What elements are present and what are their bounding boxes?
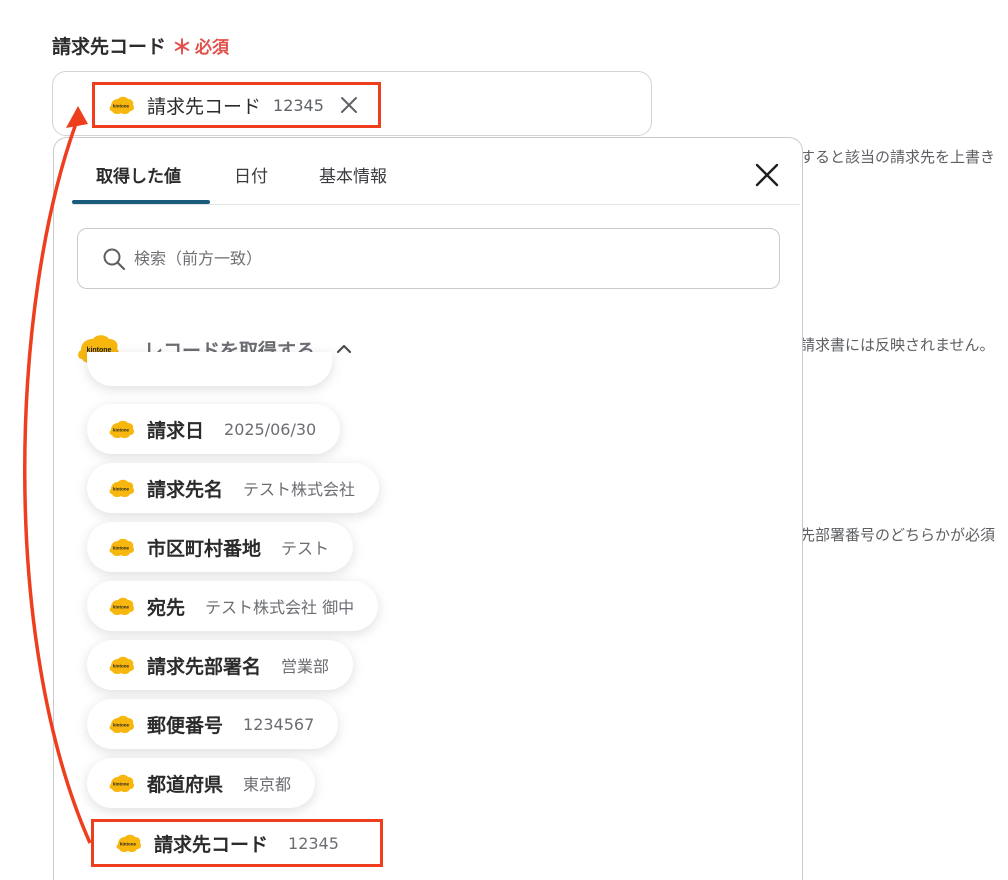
search-input[interactable]	[134, 249, 694, 268]
item-value: 2025/06/30	[224, 419, 317, 439]
search-icon	[103, 248, 126, 270]
item-label: 請求先コード	[154, 833, 269, 856]
svg-text:kintone: kintone	[113, 486, 129, 491]
chip-value: 12345	[273, 95, 324, 115]
item-value: 東京都	[243, 775, 292, 794]
tab-basic-info[interactable]: 基本情報	[319, 162, 387, 187]
svg-text:kintone: kintone	[120, 841, 136, 846]
item-value: 営業部	[281, 657, 330, 676]
item-label: 郵便番号	[147, 714, 224, 737]
kintone-logo-icon: kintone	[109, 715, 134, 733]
svg-text:kintone: kintone	[113, 427, 129, 432]
kintone-logo-icon: kintone	[109, 96, 134, 114]
active-tab-indicator	[72, 200, 210, 204]
field-label: 請求先コード ＊ 必須	[52, 31, 229, 60]
svg-text:kintone: kintone	[113, 663, 129, 668]
list-item-address[interactable]: kintone 市区町村番地 テスト	[87, 522, 354, 572]
list-item-partial[interactable]	[87, 352, 332, 386]
svg-text:kintone: kintone	[113, 781, 129, 786]
tab-date[interactable]: 日付	[234, 162, 268, 187]
item-value: テスト株式会社	[243, 480, 356, 499]
item-value: 12345	[288, 833, 339, 853]
list-item-department[interactable]: kintone 請求先部署名 営業部	[87, 640, 354, 690]
item-label: 宛先	[147, 596, 186, 619]
value-picker-panel: 取得した値 日付 基本情報 kintone レコードを取得する kintone …	[53, 137, 803, 880]
item-value: テスト株式会社 御中	[205, 598, 355, 617]
chip-label: 請求先コード	[147, 95, 262, 118]
item-label: 請求先名	[147, 478, 224, 501]
svg-text:kintone: kintone	[113, 545, 129, 550]
remove-chip-icon[interactable]	[338, 94, 360, 116]
chevron-up-icon[interactable]	[335, 343, 353, 355]
kintone-logo-icon: kintone	[116, 834, 141, 852]
item-label: 都道府県	[147, 773, 224, 796]
item-label: 請求日	[147, 419, 205, 442]
list-item-recipient[interactable]: kintone 宛先 テスト株式会社 御中	[87, 581, 379, 631]
kintone-logo-icon: kintone	[109, 420, 134, 438]
list-item-billing-date[interactable]: kintone 請求日 2025/06/30	[87, 404, 341, 454]
item-label: 請求先部署名	[147, 655, 262, 678]
svg-text:kintone: kintone	[113, 604, 129, 609]
kintone-logo-icon: kintone	[109, 479, 134, 497]
list-item-prefecture[interactable]: kintone 都道府県 東京都	[87, 758, 316, 808]
kintone-logo-icon: kintone	[109, 656, 134, 674]
list-item-postal-code[interactable]: kintone 郵便番号 1234567	[87, 699, 339, 749]
selected-value-chip[interactable]: kintone 請求先コード 12345	[92, 82, 381, 128]
kintone-logo-icon: kintone	[109, 597, 134, 615]
required-star: ＊	[172, 35, 193, 59]
kintone-logo-icon: kintone	[109, 538, 134, 556]
svg-text:kintone: kintone	[113, 722, 129, 727]
svg-text:kintone: kintone	[113, 103, 129, 108]
required-text: 必須	[195, 38, 230, 58]
kintone-logo-icon: kintone	[109, 774, 134, 792]
item-value: 1234567	[243, 714, 315, 734]
search-box[interactable]	[77, 228, 780, 289]
field-label-text: 請求先コード	[52, 36, 167, 58]
item-label: 市区町村番地	[147, 537, 262, 560]
close-icon[interactable]	[752, 160, 782, 190]
item-value: テスト	[281, 539, 330, 558]
list-item-billing-code[interactable]: kintone 請求先コード 12345	[91, 819, 383, 867]
tab-fetched-values[interactable]: 取得した値	[96, 162, 181, 187]
tab-bar: 取得した値 日付 基本情報	[72, 138, 800, 205]
hint-text-2: 請求書には反映されません。	[800, 336, 995, 354]
list-item-billing-name[interactable]: kintone 請求先名 テスト株式会社	[87, 463, 380, 513]
hint-text-1: すると該当の請求先を上書き	[800, 148, 996, 166]
hint-text-3: 先部署番号のどちらかが必須	[800, 526, 996, 544]
